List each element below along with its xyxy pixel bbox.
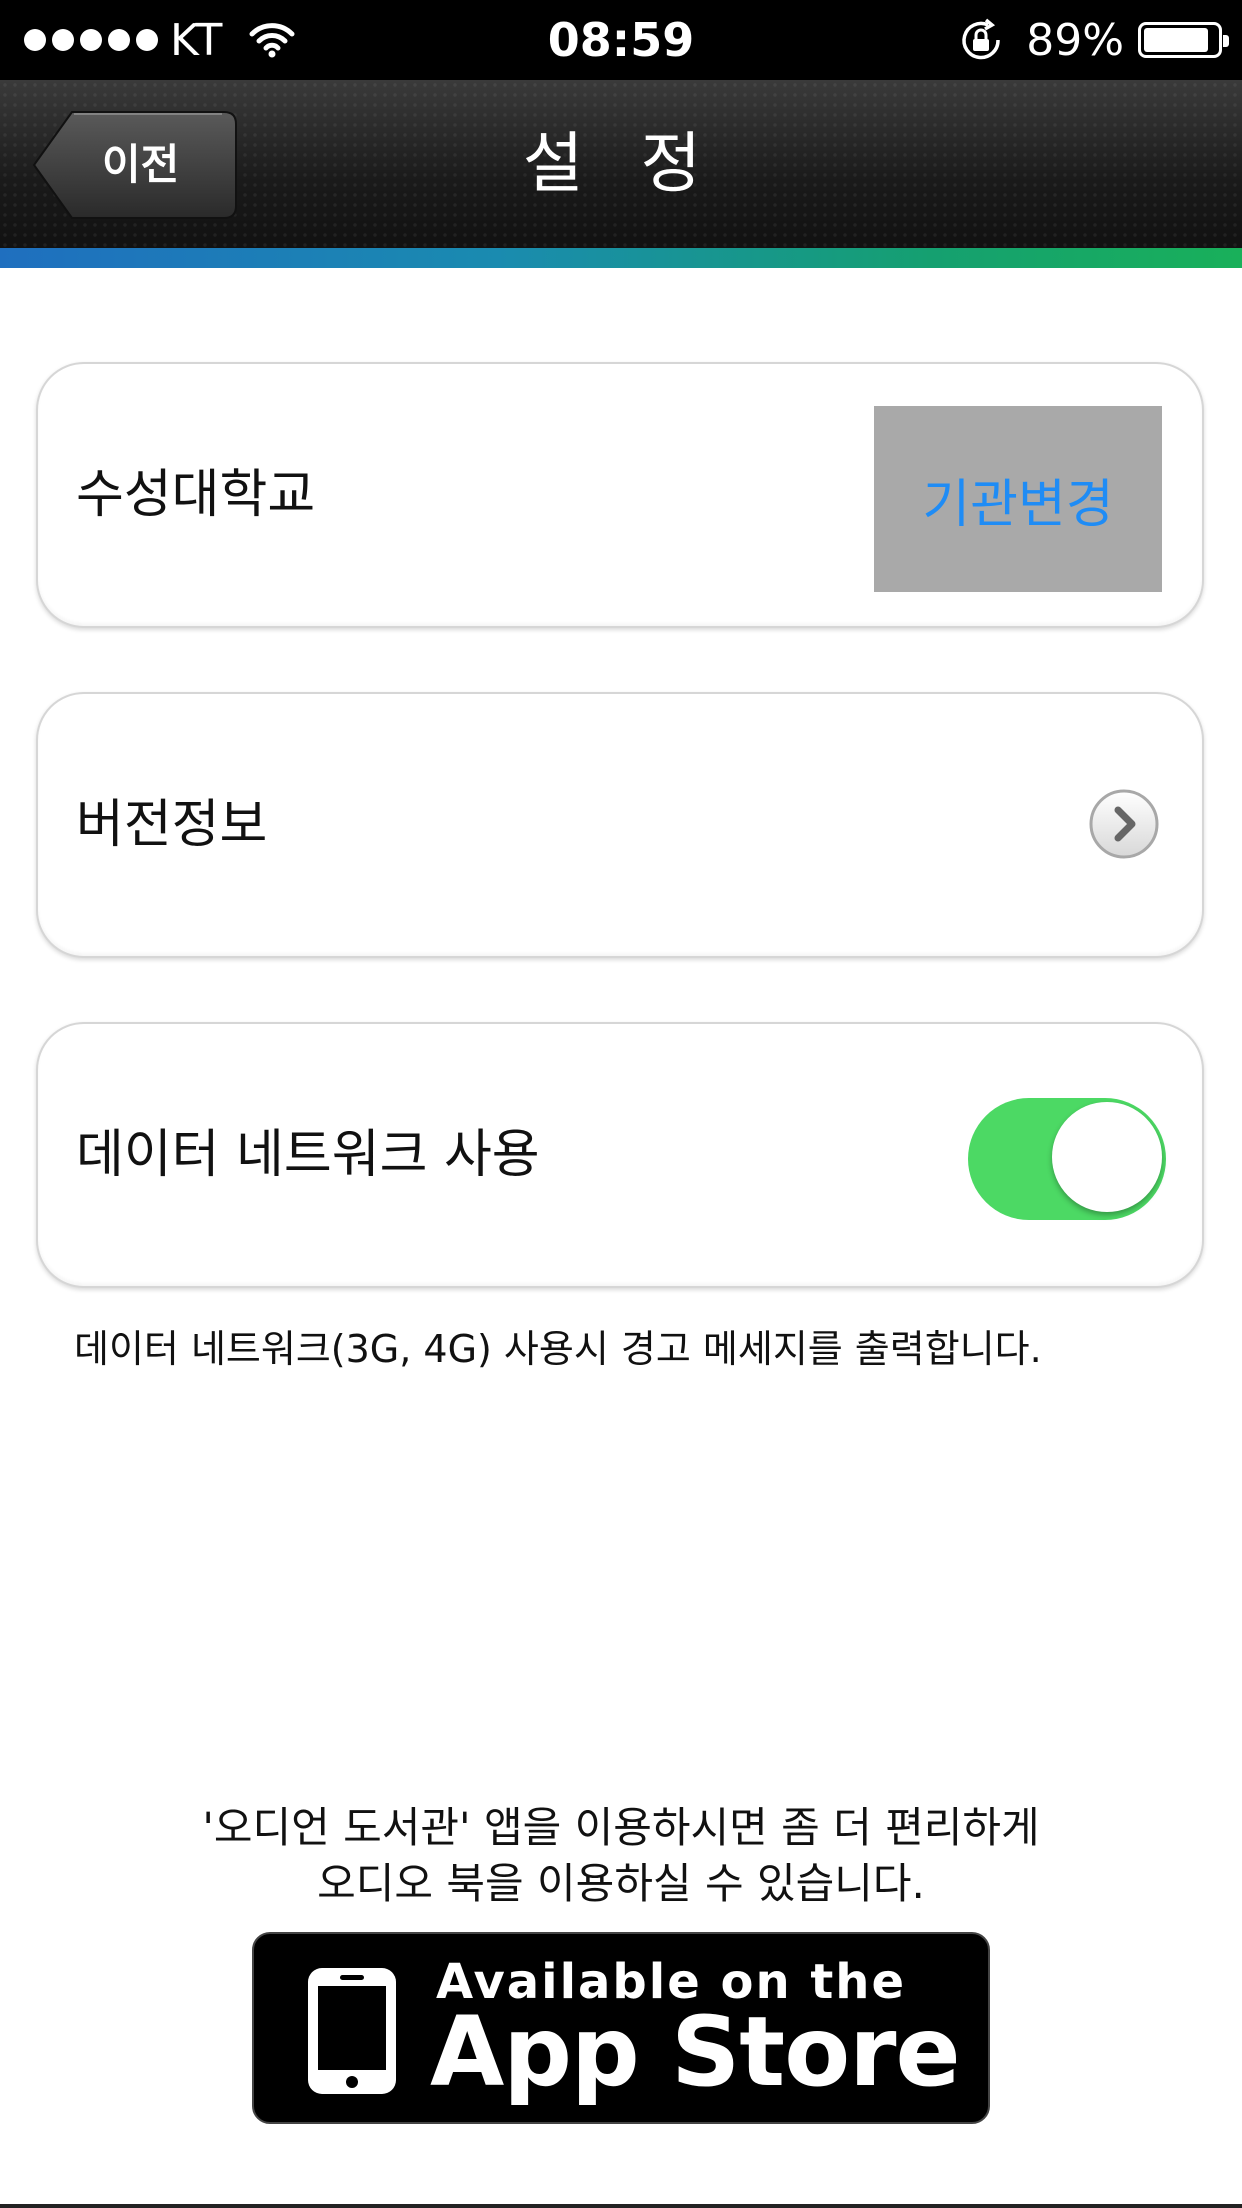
promo-text: '오디언 도서관' 앱을 이용하시면 좀 더 편리하게 오디오 북을 이용하실 …: [0, 1800, 1242, 1912]
data-network-card: 데이터 네트워크 사용: [36, 1022, 1204, 1288]
chevron-right-icon[interactable]: [1088, 788, 1160, 860]
carrier-name: KT: [170, 14, 223, 66]
status-right: 89%: [958, 0, 1229, 80]
iphone-icon: [308, 1968, 396, 2094]
institution-card: 수성대학교 기관변경: [36, 362, 1204, 628]
version-info-row[interactable]: 버전정보: [36, 692, 1204, 958]
promo-line-2: 오디오 북을 이용하실 수 있습니다.: [317, 1859, 925, 1908]
institution-name: 수성대학교: [76, 465, 316, 525]
data-network-help-text: 데이터 네트워크(3G, 4G) 사용시 경고 메세지를 출력합니다.: [74, 1327, 1042, 1371]
accent-divider: [0, 248, 1242, 268]
rotation-lock-icon: [962, 18, 1000, 60]
promo-line-1: '오디언 도서관' 앱을 이용하시면 좀 더 편리하게: [202, 1803, 1040, 1852]
back-button-label: 이전: [102, 140, 180, 189]
navigation-bar: 이전 설 정: [0, 80, 1242, 248]
badge-store-name: App Store: [430, 1996, 961, 2108]
battery-icon: [1138, 22, 1229, 58]
status-left: KT: [24, 0, 296, 80]
back-button[interactable]: 이전: [32, 110, 238, 220]
battery-fill: [1144, 28, 1208, 52]
version-info-label: 버전정보: [76, 795, 268, 855]
status-bar: KT 08:59 89%: [0, 0, 1242, 80]
battery-percent: 89%: [1026, 14, 1124, 66]
toggle-knob[interactable]: [1052, 1102, 1162, 1212]
bottom-divider: [0, 2204, 1242, 2208]
data-network-label: 데이터 네트워크 사용: [76, 1125, 540, 1185]
wifi-icon: [249, 23, 295, 58]
data-network-toggle[interactable]: [968, 1098, 1166, 1220]
app-store-badge[interactable]: Available on the App Store: [252, 1932, 990, 2124]
signal-dots-icon: [24, 29, 158, 51]
change-institution-button[interactable]: 기관변경: [874, 406, 1162, 592]
